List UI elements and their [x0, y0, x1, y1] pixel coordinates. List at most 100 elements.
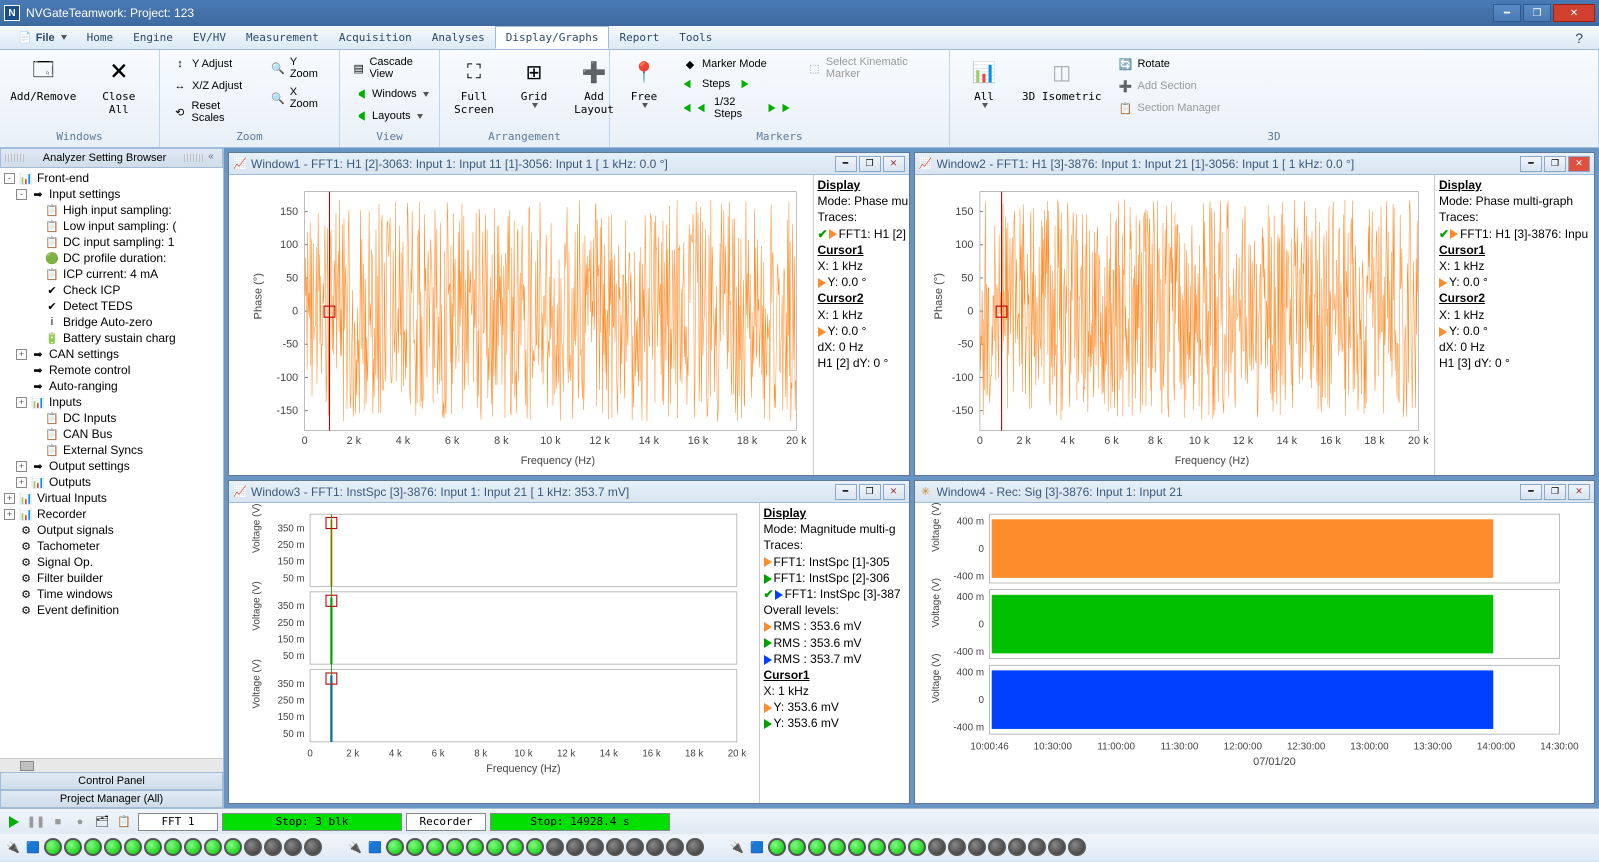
menu-file[interactable]: 📄 File [8, 27, 77, 48]
grid-button[interactable]: ⊞Grid [504, 52, 564, 112]
menu-home[interactable]: Home [77, 27, 124, 48]
channel-led[interactable] [264, 838, 282, 856]
channel-led[interactable] [506, 838, 524, 856]
tree-node[interactable]: ✔Detect TEDS [2, 298, 221, 314]
channel-led[interactable] [868, 838, 886, 856]
channel-led[interactable] [928, 838, 946, 856]
menu-tools[interactable]: Tools [669, 27, 722, 48]
channel-led[interactable] [164, 838, 182, 856]
tree-expander[interactable]: + [16, 349, 27, 360]
channel-led[interactable] [284, 838, 302, 856]
settings-tree[interactable]: -📊Front-end-➡Input settings📋High input s… [0, 168, 223, 758]
channel-led[interactable] [646, 838, 664, 856]
channel-led[interactable] [788, 838, 806, 856]
menu-acquisition[interactable]: Acquisition [329, 27, 422, 48]
3d-all-button[interactable]: 📊All [954, 52, 1014, 112]
stop-button[interactable]: ■ [48, 813, 68, 831]
x-zoom-button[interactable]: 🔍X Zoom [266, 84, 331, 112]
channel-led[interactable] [84, 838, 102, 856]
record-button[interactable]: ● [70, 813, 90, 831]
sidebar-close-button[interactable]: « [204, 151, 218, 165]
channel-led[interactable] [304, 838, 322, 856]
menu-report[interactable]: Report [609, 27, 669, 48]
tree-node[interactable]: 📋CAN Bus [2, 426, 221, 442]
spectrum-plot[interactable]: 50 m150 m250 m350 mVoltage (V)50 m150 m2… [229, 503, 759, 803]
sidebar-hscroll[interactable] [0, 758, 223, 772]
channel-led[interactable] [526, 838, 544, 856]
channel-led[interactable] [546, 838, 564, 856]
window-maximize[interactable]: ❐ [859, 156, 881, 172]
steps-button[interactable]: Steps [678, 76, 795, 92]
tree-node[interactable]: ⚙Event definition [2, 602, 221, 618]
recorder-label[interactable]: Recorder [406, 813, 486, 831]
tree-node[interactable]: ⚙Tachometer [2, 538, 221, 554]
channel-led[interactable] [808, 838, 826, 856]
full-screen-button[interactable]: ⛶Full Screen [444, 52, 504, 120]
grip-icon[interactable] [184, 154, 204, 162]
window-maximize[interactable]: ❐ [1544, 156, 1566, 172]
tree-expander[interactable]: + [16, 397, 27, 408]
tree-node[interactable]: ➡Auto-ranging [2, 378, 221, 394]
phase-plot-1[interactable]: -150-100-50050100150 02 k4 k6 k8 k10 k12… [229, 175, 813, 475]
channel-led[interactable] [386, 838, 404, 856]
window-maximize[interactable]: ❐ [1544, 484, 1566, 500]
maximize-button[interactable]: ❐ [1523, 4, 1551, 22]
tree-node[interactable]: +➡CAN settings [2, 346, 221, 362]
marker-mode-button[interactable]: ◆Marker Mode [678, 54, 795, 74]
steps-132-button[interactable]: 1/32 Steps [678, 94, 795, 122]
recorder-plot[interactable]: -400 m0400 mVoltage (V)-400 m0400 mVolta… [915, 503, 1595, 803]
channel-led[interactable] [124, 838, 142, 856]
tree-node[interactable]: 📋DC input sampling: 1 [2, 234, 221, 250]
tree-node[interactable]: +➡Output settings [2, 458, 221, 474]
close-button[interactable]: ✕ [1553, 4, 1595, 22]
cascade-view-button[interactable]: ▤Cascade View [348, 54, 433, 82]
channel-led[interactable] [908, 838, 926, 856]
channel-led[interactable] [988, 838, 1006, 856]
window-minimize[interactable]: ━ [1520, 156, 1542, 172]
tree-node[interactable]: 📋ICP current: 4 mA [2, 266, 221, 282]
channel-led[interactable] [44, 838, 62, 856]
channel-led[interactable] [948, 838, 966, 856]
tree-expander[interactable]: + [4, 493, 15, 504]
tree-node[interactable]: +📊Inputs [2, 394, 221, 410]
channel-led[interactable] [768, 838, 786, 856]
menu-engine[interactable]: Engine [123, 27, 183, 48]
tree-node[interactable]: 📋External Syncs [2, 442, 221, 458]
channel-led[interactable] [848, 838, 866, 856]
help-button[interactable]: ? [1567, 28, 1591, 48]
menu-display-graphs[interactable]: Display/Graphs [495, 26, 610, 49]
channel-led[interactable] [566, 838, 584, 856]
channel-led[interactable] [64, 838, 82, 856]
tree-node[interactable]: 🟢DC profile duration: [2, 250, 221, 266]
tool-button[interactable]: 🗂 [92, 813, 112, 831]
tree-node[interactable]: ⚙Filter builder [2, 570, 221, 586]
channel-led[interactable] [224, 838, 242, 856]
channel-led[interactable] [486, 838, 504, 856]
tree-node[interactable]: 📋Low input sampling: ( [2, 218, 221, 234]
scroll-thumb[interactable] [20, 761, 34, 771]
channel-led[interactable] [406, 838, 424, 856]
add-remove-button[interactable]: 🗔 Add/Remove [4, 52, 83, 107]
layouts-button[interactable]: Layouts [348, 106, 433, 126]
tree-expander[interactable]: - [4, 173, 15, 184]
tree-expander[interactable]: + [16, 461, 27, 472]
tree-node[interactable]: -➡Input settings [2, 186, 221, 202]
tree-node[interactable]: +📊Outputs [2, 474, 221, 490]
y-zoom-button[interactable]: 🔍Y Zoom [266, 54, 331, 82]
tree-node[interactable]: 📋DC Inputs [2, 410, 221, 426]
channel-led[interactable] [184, 838, 202, 856]
channel-led[interactable] [446, 838, 464, 856]
project-manager-tab[interactable]: Project Manager (All) [0, 790, 223, 808]
close-all-button[interactable]: 🗙 Close All [83, 52, 155, 120]
3d-isometric-button[interactable]: ◫3D Isometric [1014, 52, 1109, 107]
tree-node[interactable]: +📊Recorder [2, 506, 221, 522]
minimize-button[interactable]: ━ [1493, 4, 1521, 22]
y-adjust-button[interactable]: ↕Y Adjust [168, 54, 258, 74]
windows-view-button[interactable]: Windows [348, 84, 433, 104]
tree-node[interactable]: ✔Check ICP [2, 282, 221, 298]
xz-adjust-button[interactable]: ↔X/Z Adjust [168, 76, 258, 96]
channel-led[interactable] [426, 838, 444, 856]
channel-led[interactable] [1028, 838, 1046, 856]
window-minimize[interactable]: ━ [835, 156, 857, 172]
channel-led[interactable] [1048, 838, 1066, 856]
